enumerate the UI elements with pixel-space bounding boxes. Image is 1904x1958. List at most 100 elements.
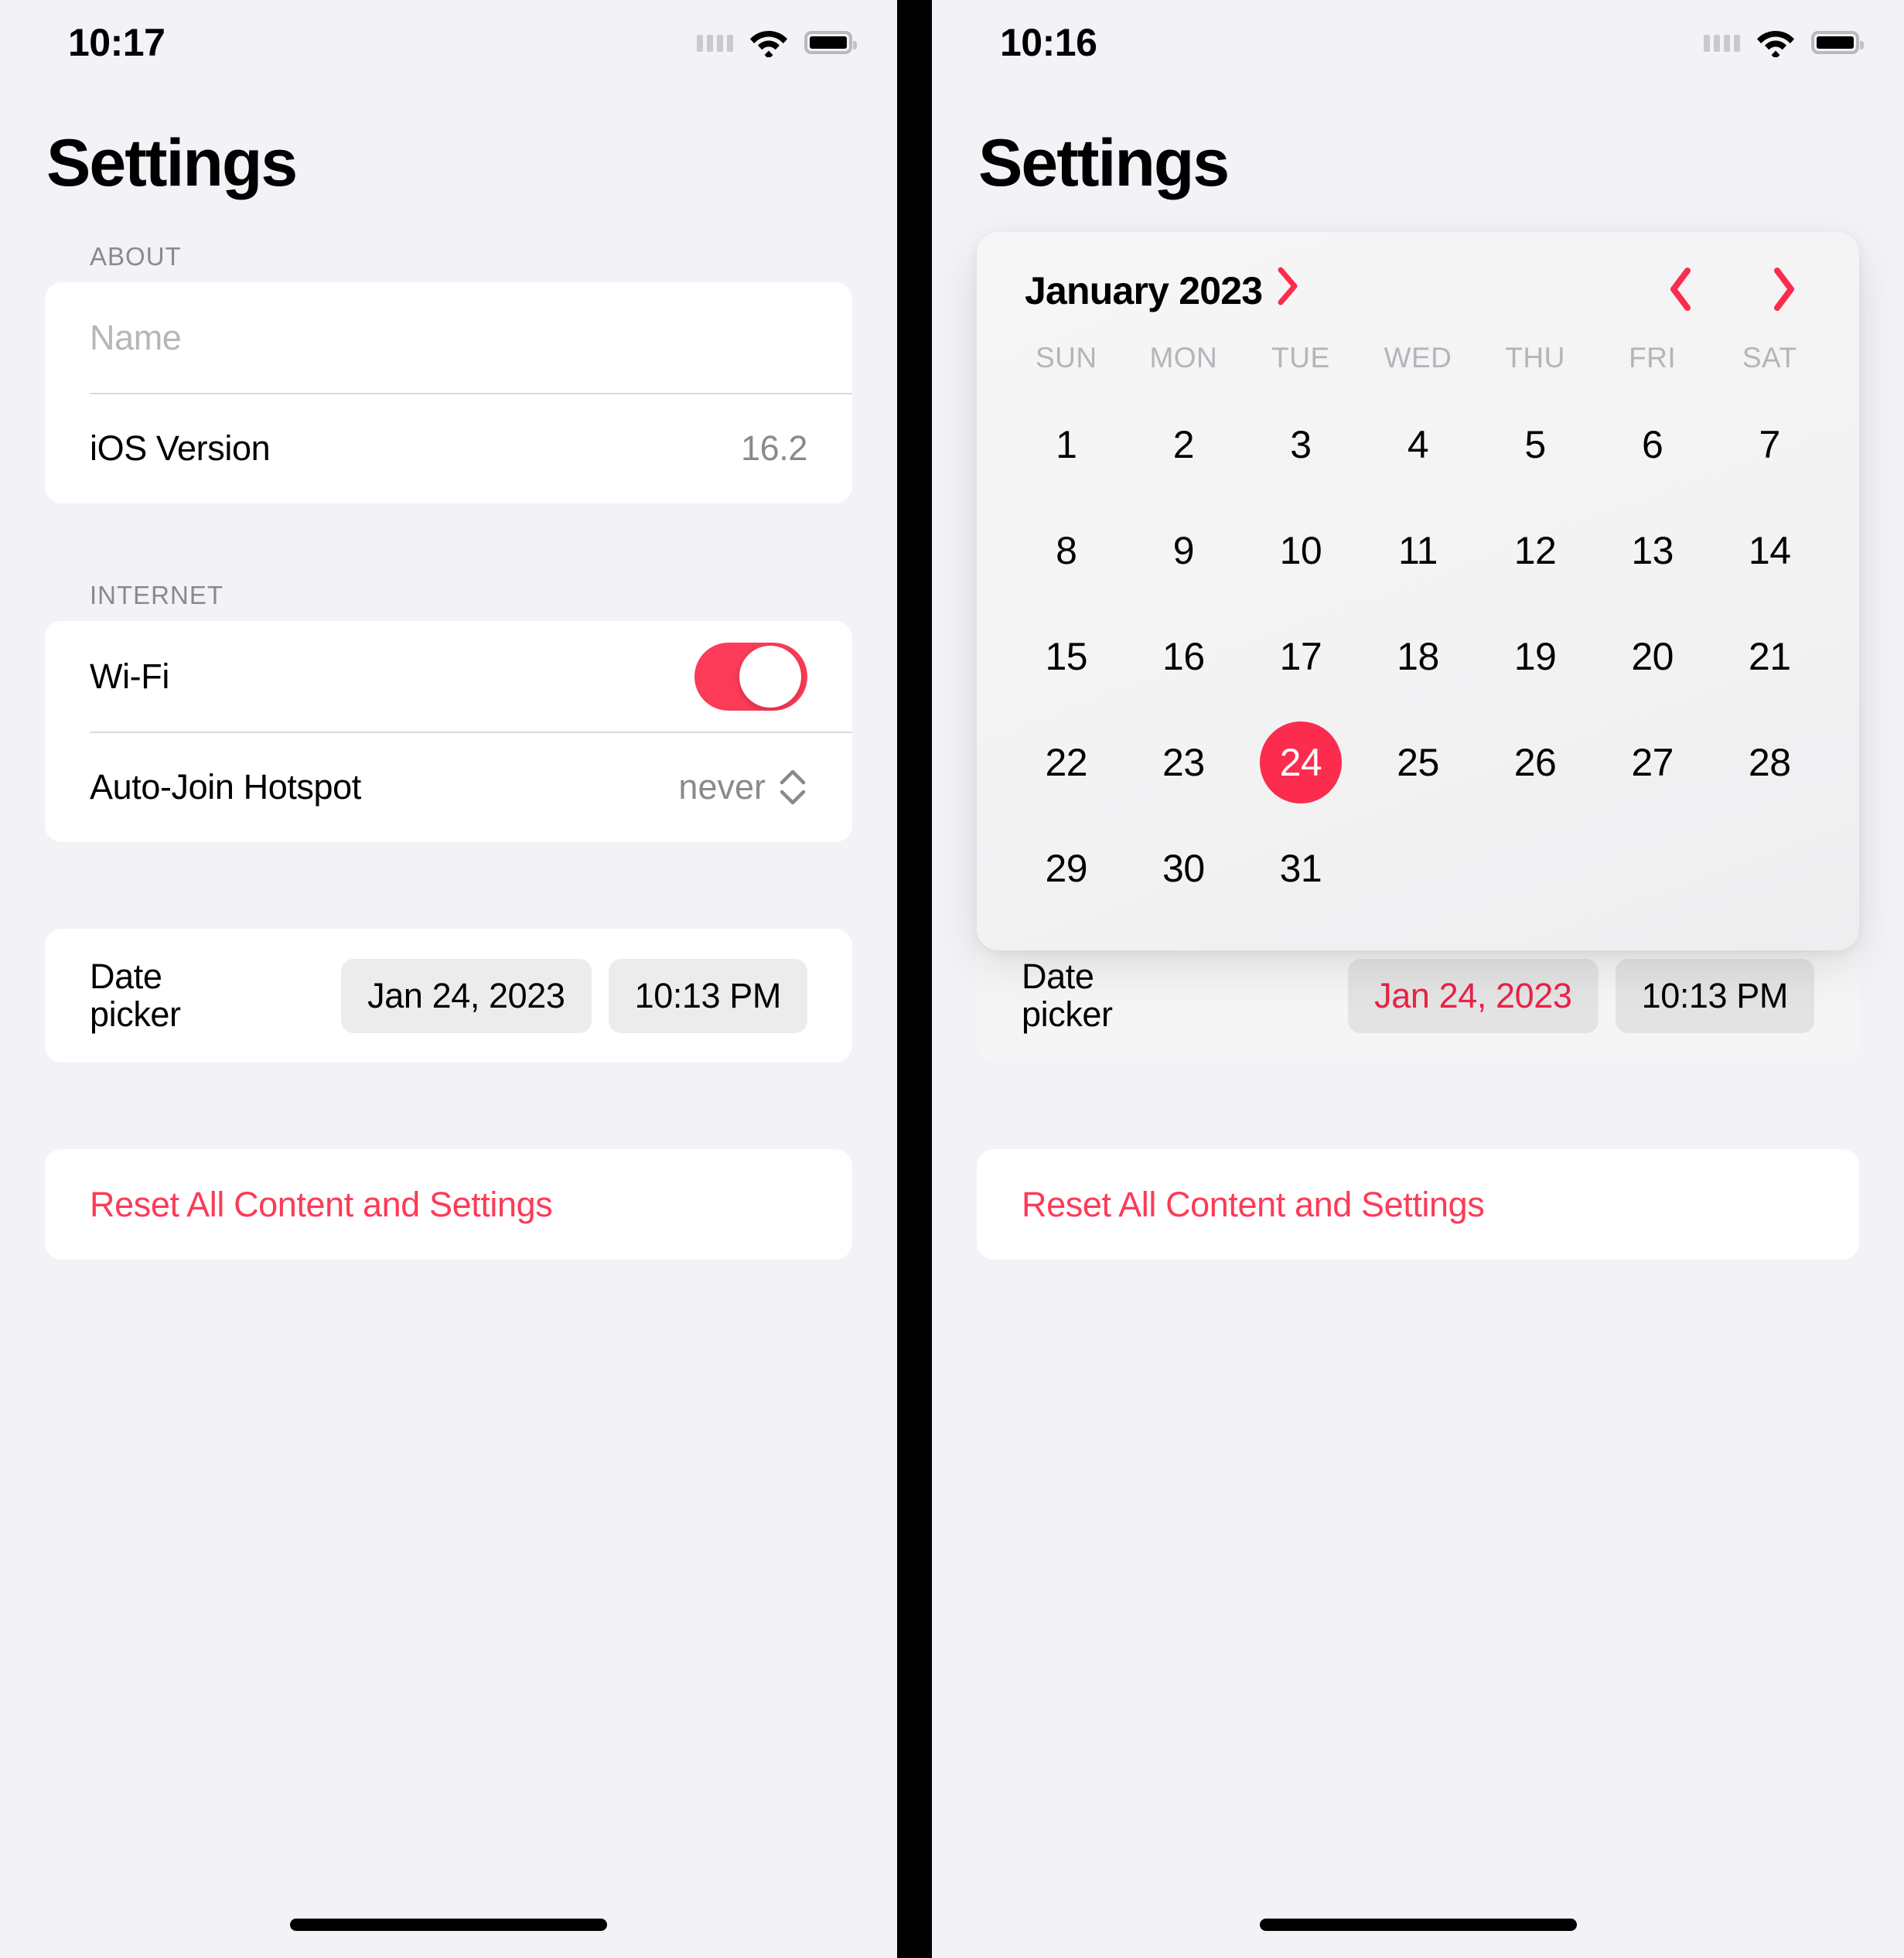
date-picker-buttons: Jan 24, 2023 10:13 PM xyxy=(1348,958,1814,1033)
calendar-month-selector[interactable]: January 2023 xyxy=(1025,266,1299,316)
calendar-day-cell[interactable]: 11 xyxy=(1360,497,1477,603)
wifi-icon xyxy=(749,28,789,57)
calendar-day-cell[interactable]: 1 xyxy=(1008,391,1125,497)
calendar-day-cell[interactable]: 19 xyxy=(1476,603,1594,709)
ios-version-value: 16.2 xyxy=(741,428,807,468)
battery-icon xyxy=(804,31,857,54)
name-input-placeholder[interactable]: Name xyxy=(90,318,182,358)
calendar-selected-day[interactable]: 24 xyxy=(1259,721,1342,803)
calendar-weekday-header: MON xyxy=(1149,342,1218,374)
right-phone-screen: 10:16 Settings ABOUT Name xyxy=(932,0,1904,1958)
calendar-day-cell[interactable]: 25 xyxy=(1360,709,1477,815)
calendar-day-cell[interactable]: 27 xyxy=(1594,709,1711,815)
reset-card[interactable]: Reset All Content and Settings xyxy=(977,1149,1859,1260)
section-header-internet: INTERNET xyxy=(90,581,223,609)
internet-card: Wi-Fi Auto-Join Hotspot never xyxy=(45,621,852,842)
calendar-weekday-header: SUN xyxy=(1035,342,1097,374)
status-bar-indicators xyxy=(697,28,857,57)
name-row[interactable]: Name xyxy=(45,282,852,393)
home-indicator xyxy=(290,1919,607,1931)
battery-icon xyxy=(1811,31,1864,54)
date-picker-label: Date picker xyxy=(90,956,252,1034)
calendar-day-cell[interactable]: 20 xyxy=(1594,603,1711,709)
wifi-label: Wi-Fi xyxy=(90,656,169,696)
date-picker-label-line1: Date xyxy=(90,956,162,996)
date-value-button[interactable]: Jan 24, 2023 xyxy=(341,958,592,1033)
calendar-day-cell[interactable]: 22 xyxy=(1008,709,1125,815)
calendar-day-cell[interactable]: 9 xyxy=(1125,497,1243,603)
calendar-nav xyxy=(1667,267,1811,316)
left-phone-screen: 10:17 Settings ABOUT Name iOS Version 16… xyxy=(0,0,897,1958)
calendar-day-cell[interactable]: 10 xyxy=(1242,497,1360,603)
calendar-grid: SUN MON TUE WED THU FRI SAT 1 2 3 4 5 6 7 8 9 10 11 12 13 14… xyxy=(1008,342,1828,921)
calendar-day-cell[interactable]: 24 xyxy=(1242,709,1360,815)
auto-join-hotspot-label: Auto-Join Hotspot xyxy=(90,766,361,807)
auto-join-hotspot-value: never xyxy=(678,766,766,807)
calendar-weekday-header: WED xyxy=(1384,342,1452,374)
calendar-day-cell[interactable]: 14 xyxy=(1711,497,1828,603)
page-title: Settings xyxy=(46,126,298,200)
about-card: Name iOS Version 16.2 xyxy=(45,282,852,503)
toggle-knob xyxy=(739,645,801,708)
calendar-day-cell[interactable]: 18 xyxy=(1360,603,1477,709)
auto-join-hotspot-row[interactable]: Auto-Join Hotspot never xyxy=(45,732,852,842)
calendar-day-cell[interactable]: 3 xyxy=(1242,391,1360,497)
calendar-day-cell[interactable]: 17 xyxy=(1242,603,1360,709)
chevron-right-icon[interactable] xyxy=(1276,266,1299,316)
date-picker-row: Date picker Jan 24, 2023 10:13 PM xyxy=(45,929,852,1063)
status-bar-time: 10:17 xyxy=(68,21,165,64)
signal-dots-icon xyxy=(1704,33,1740,52)
reset-card[interactable]: Reset All Content and Settings xyxy=(45,1149,852,1260)
calendar-day-cell[interactable]: 13 xyxy=(1594,497,1711,603)
wifi-icon xyxy=(1756,28,1796,57)
calendar-day-cell[interactable]: 29 xyxy=(1008,815,1125,921)
calendar-day-cell[interactable]: 30 xyxy=(1125,815,1243,921)
chevron-right-icon[interactable] xyxy=(1771,267,1797,316)
status-bar-indicators xyxy=(1704,28,1864,57)
wifi-toggle[interactable] xyxy=(694,642,807,711)
calendar-day-cell[interactable]: 16 xyxy=(1125,603,1243,709)
ios-version-label: iOS Version xyxy=(90,428,271,468)
date-picker-label-line2: picker xyxy=(1022,994,1113,1034)
wifi-row[interactable]: Wi-Fi xyxy=(45,621,852,732)
chevron-up-down-icon[interactable] xyxy=(778,768,807,807)
calendar-day-cell[interactable]: 23 xyxy=(1125,709,1243,815)
chevron-left-icon[interactable] xyxy=(1667,267,1694,316)
calendar-day-cell[interactable]: 21 xyxy=(1711,603,1828,709)
calendar-day-cell[interactable]: 28 xyxy=(1711,709,1828,815)
reset-all-content-and-settings-button[interactable]: Reset All Content and Settings xyxy=(90,1185,553,1225)
date-picker-label-line2: picker xyxy=(90,994,181,1034)
calendar-day-cell[interactable]: 2 xyxy=(1125,391,1243,497)
calendar-day-cell[interactable]: 15 xyxy=(1008,603,1125,709)
date-value-button[interactable]: Jan 24, 2023 xyxy=(1348,958,1599,1033)
signal-dots-icon xyxy=(697,33,733,52)
date-picker-card: Date picker Jan 24, 2023 10:13 PM xyxy=(45,929,852,1063)
calendar-day-cell[interactable]: 31 xyxy=(1242,815,1360,921)
settings-page: Settings ABOUT Name iOS Version 16.2 INT… xyxy=(0,85,897,1958)
auto-join-hotspot-stepper[interactable]: never xyxy=(678,767,807,807)
calendar-popover: January 2023 SUN MON TUE WED THU FRI SAT 1 2 3 4 5 6… xyxy=(977,232,1859,950)
calendar-day-cell[interactable]: 26 xyxy=(1476,709,1594,815)
calendar-day-cell[interactable]: 6 xyxy=(1594,391,1711,497)
section-header-about: ABOUT xyxy=(90,242,182,271)
date-picker-buttons: Jan 24, 2023 10:13 PM xyxy=(341,958,807,1033)
time-value-button[interactable]: 10:13 PM xyxy=(608,958,807,1033)
calendar-weekday-header: FRI xyxy=(1629,342,1677,374)
calendar-header: January 2023 xyxy=(1008,266,1828,316)
reset-all-content-and-settings-button[interactable]: Reset All Content and Settings xyxy=(1022,1185,1485,1225)
calendar-day-cell[interactable]: 5 xyxy=(1476,391,1594,497)
calendar-day-cell[interactable]: 7 xyxy=(1711,391,1828,497)
calendar-weekday-header: SAT xyxy=(1742,342,1797,374)
status-bar: 10:16 xyxy=(932,0,1904,85)
page-title: Settings xyxy=(978,126,1230,200)
dual-screenshot-container: 10:17 Settings ABOUT Name iOS Version 16… xyxy=(0,0,1904,1958)
status-bar: 10:17 xyxy=(0,0,897,85)
calendar-month-label: January 2023 xyxy=(1025,269,1263,312)
status-bar-time: 10:16 xyxy=(1000,21,1097,64)
calendar-day-cell[interactable]: 4 xyxy=(1360,391,1477,497)
time-value-button[interactable]: 10:13 PM xyxy=(1615,958,1814,1033)
calendar-day-cell[interactable]: 8 xyxy=(1008,497,1125,603)
home-indicator xyxy=(1259,1919,1577,1931)
calendar-day-cell[interactable]: 12 xyxy=(1476,497,1594,603)
ios-version-row: iOS Version 16.2 xyxy=(45,393,852,503)
